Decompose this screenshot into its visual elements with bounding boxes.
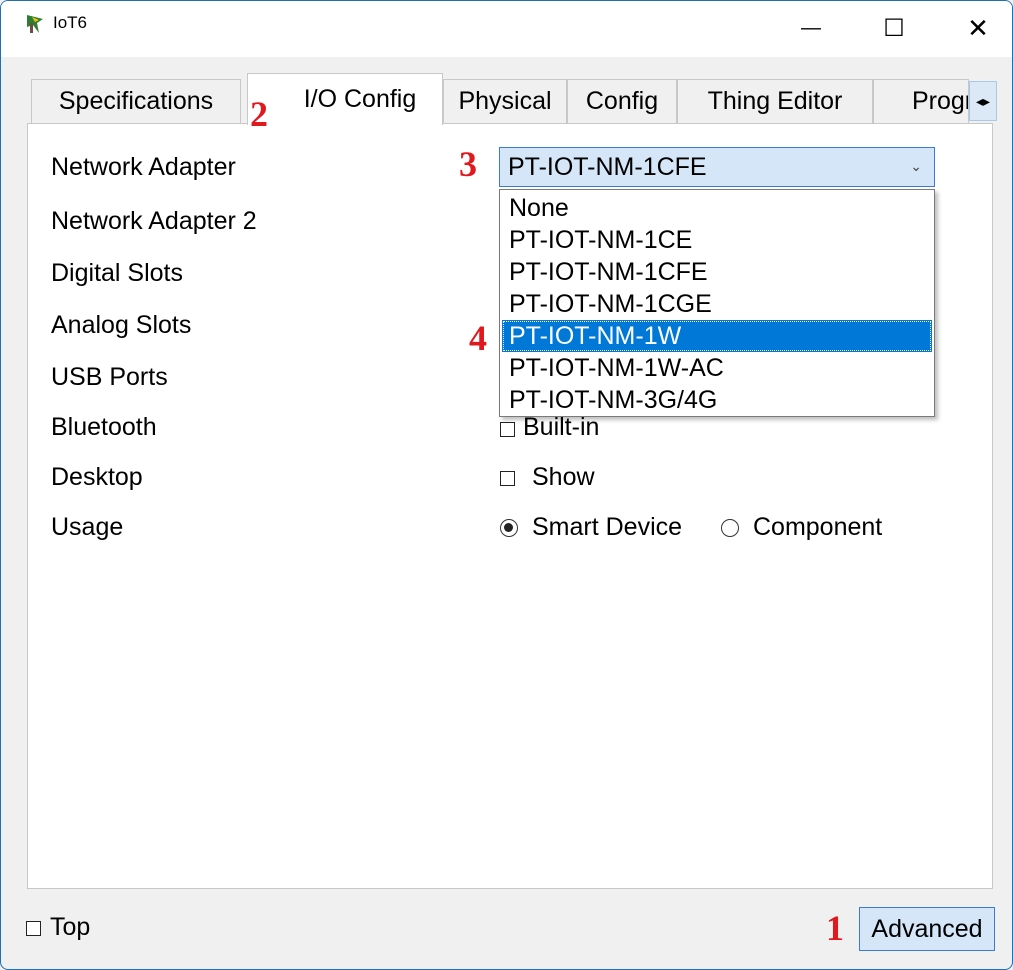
bluetooth-builtin-label: Built-in (523, 413, 600, 441)
tab-bar: Specifications I/O Config Physical Confi… (31, 73, 997, 125)
top-checkbox[interactable] (26, 921, 41, 936)
tab-label: I/O Config (303, 85, 417, 113)
tab-scroll-arrows-icon: ◂▸ (975, 92, 991, 109)
network-adapter-dropdown-list: None PT-IOT-NM-1CE PT-IOT-NM-1CFE PT-IOT… (499, 189, 935, 417)
desktop-label: Desktop (51, 463, 143, 491)
annotation-step-3: 3 (459, 144, 477, 184)
bluetooth-label: Bluetooth (51, 413, 157, 441)
dropdown-option-pt-iot-nm-1cfe[interactable]: PT-IOT-NM-1CFE (502, 256, 932, 288)
usage-smart-device-label: Smart Device (532, 513, 683, 541)
tab-config[interactable]: Config (567, 79, 677, 123)
annotation-step-2: 2 (250, 94, 268, 134)
network-adapter-combobox[interactable]: PT-IOT-NM-1CFE ⌄ (499, 147, 935, 187)
dropdown-option-pt-iot-nm-1w-ac[interactable]: PT-IOT-NM-1W-AC (502, 352, 932, 384)
tab-label: Thing Editor (707, 87, 843, 115)
advanced-button[interactable]: Advanced (859, 907, 995, 951)
annotation-step-4: 4 (469, 318, 487, 358)
maximize-button[interactable]: ☐ (859, 5, 929, 51)
dropdown-option-pt-iot-nm-1w[interactable]: PT-IOT-NM-1W (502, 320, 932, 352)
usage-smart-device-radio[interactable] (500, 519, 518, 537)
dropdown-option-pt-iot-nm-1cge[interactable]: PT-IOT-NM-1CGE (502, 288, 932, 320)
desktop-show-label: Show (532, 463, 595, 491)
annotation-step-1: 1 (826, 908, 844, 948)
analog-slots-label: Analog Slots (51, 311, 192, 339)
tab-scroll-button[interactable]: ◂▸ (969, 81, 997, 121)
usage-label: Usage (51, 513, 124, 541)
tab-label: Physical (458, 87, 552, 115)
minimize-button[interactable]: — (776, 5, 846, 51)
dropdown-option-pt-iot-nm-1ce[interactable]: PT-IOT-NM-1CE (502, 224, 932, 256)
usb-ports-label: USB Ports (51, 363, 168, 391)
dropdown-option-pt-iot-nm-3g-4g[interactable]: PT-IOT-NM-3G/4G (502, 384, 932, 416)
tab-physical[interactable]: Physical (443, 79, 567, 123)
usage-component-label: Component (753, 513, 883, 541)
usage-component-radio[interactable] (721, 519, 739, 537)
network-adapter-label: Network Adapter (51, 153, 236, 181)
digital-slots-label: Digital Slots (51, 259, 183, 287)
tab-label: Config (585, 87, 659, 115)
tab-programming[interactable]: Progra (873, 79, 969, 123)
tab-label: Progra (912, 87, 968, 115)
network-adapter-2-label: Network Adapter 2 (51, 207, 257, 235)
maximize-icon: ☐ (883, 14, 905, 42)
tab-thing-editor[interactable]: Thing Editor (677, 79, 873, 123)
tab-specifications[interactable]: Specifications (31, 79, 241, 123)
packet-tracer-app-icon (27, 15, 43, 33)
network-adapter-selected-value: PT-IOT-NM-1CFE (508, 152, 707, 181)
title-bar[interactable]: IoT6 — ☐ ✕ (1, 1, 1012, 57)
tab-io-config[interactable]: I/O Config (247, 73, 443, 125)
window-title: IoT6 (53, 13, 88, 32)
desktop-show-checkbox[interactable] (500, 471, 515, 486)
advanced-button-label: Advanced (871, 914, 983, 943)
bluetooth-builtin-checkbox[interactable] (500, 422, 515, 437)
minimize-icon: — (801, 16, 821, 39)
close-icon: ✕ (967, 12, 989, 43)
close-button[interactable]: ✕ (943, 5, 1012, 51)
iot6-window: IoT6 — ☐ ✕ Specifications I/O Config Phy… (0, 0, 1013, 970)
chevron-down-icon: ⌄ (910, 158, 922, 174)
tab-label: Specifications (58, 87, 214, 115)
top-checkbox-label: Top (50, 913, 91, 941)
dropdown-option-none[interactable]: None (502, 192, 932, 224)
